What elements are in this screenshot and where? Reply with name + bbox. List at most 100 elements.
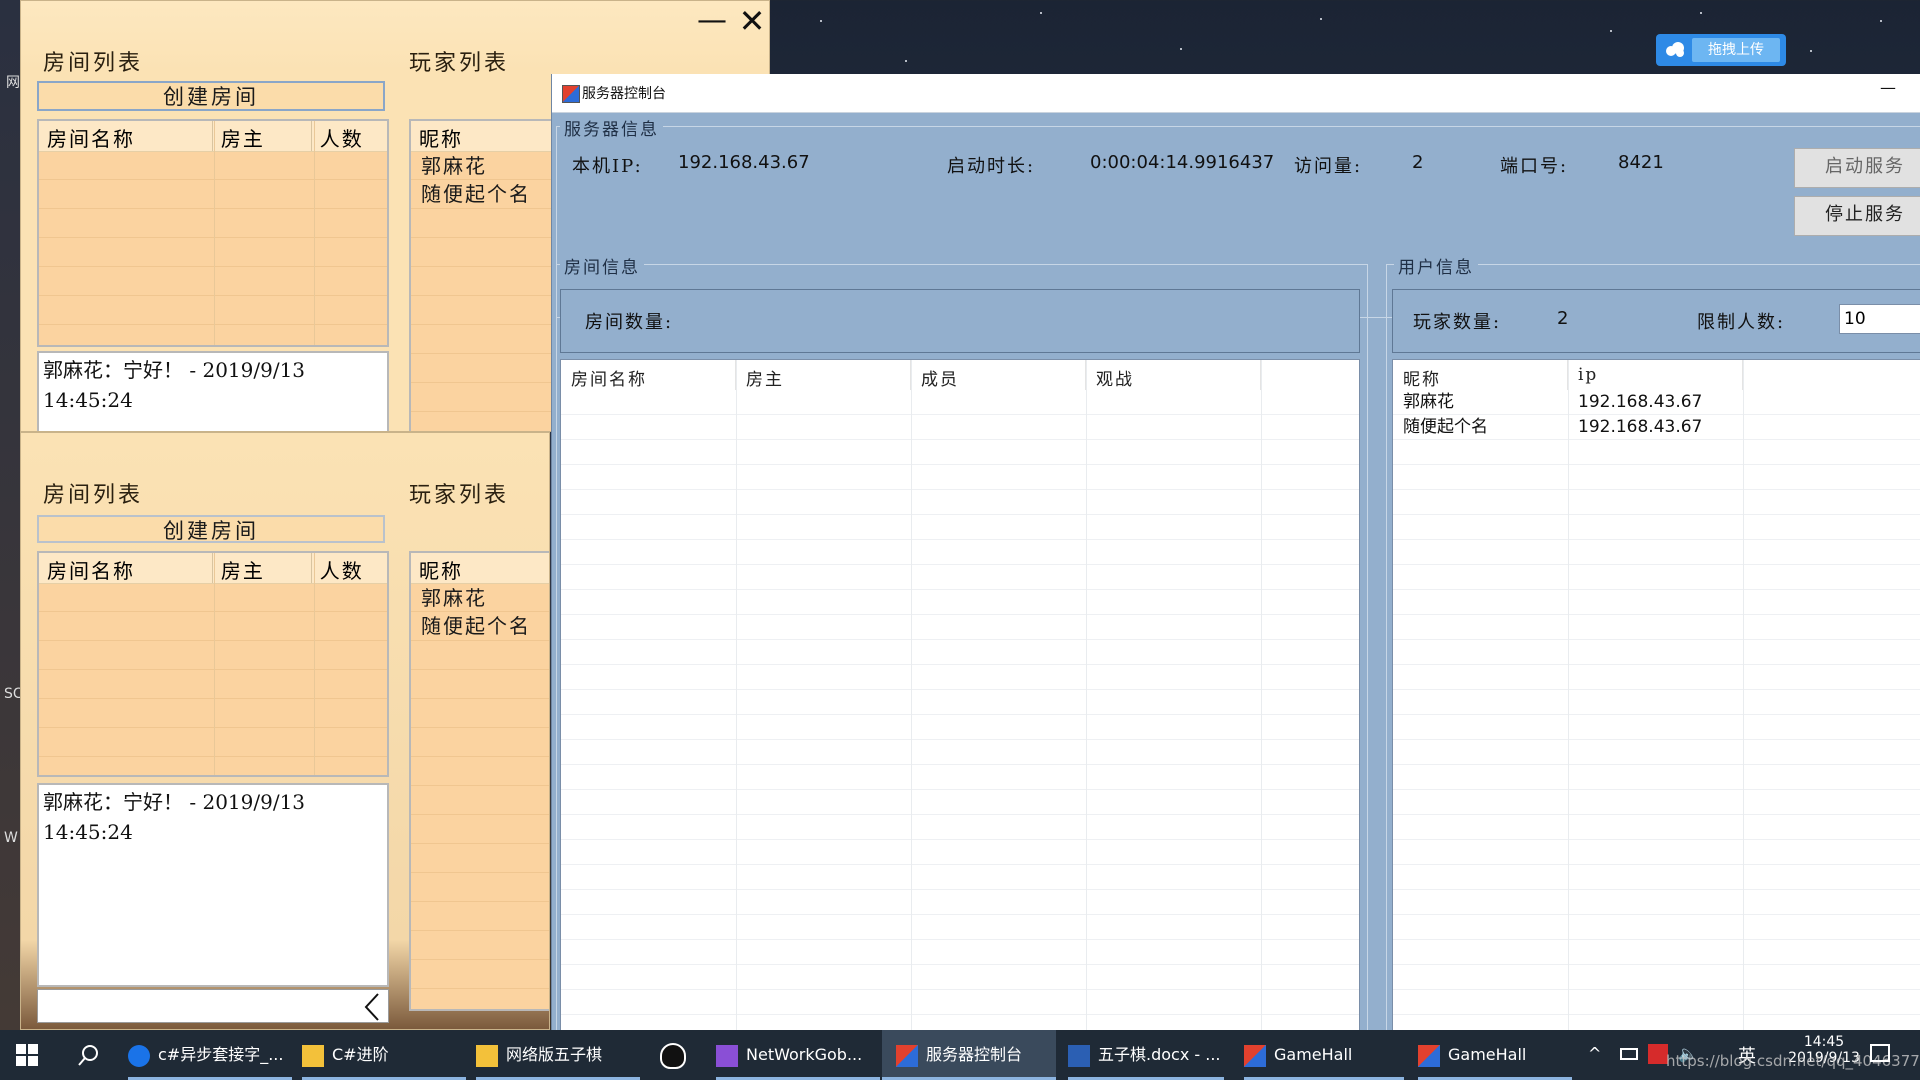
qq-penguin-icon bbox=[660, 1042, 686, 1069]
player-count-value: 2 bbox=[1557, 308, 1569, 329]
taskbar-item-folder-gobang[interactable]: 网络版五子棋 bbox=[476, 1030, 640, 1080]
game-hall-window-bottom: 房间列表 玩家列表 创建房间 房间名称 房主 人数 郭麻花：宁好！ - 2019… bbox=[20, 432, 550, 1030]
cell-ip: 192.168.43.67 bbox=[1578, 392, 1703, 412]
chat-message-time: 14:45:24 bbox=[43, 820, 133, 844]
cell-ip: 192.168.43.67 bbox=[1578, 417, 1703, 437]
user-grid[interactable]: 昵称 ip 郭麻花 192.168.43.67 随便起个名 192.168.43… bbox=[1392, 359, 1920, 1032]
clock-time: 14:45 bbox=[1803, 1034, 1845, 1050]
server-info-label: 服务器信息 bbox=[560, 115, 663, 140]
app-icon bbox=[1418, 1044, 1440, 1067]
taskbar-item-folder-csharp[interactable]: C#进阶 bbox=[302, 1030, 466, 1080]
chat-input[interactable] bbox=[37, 989, 389, 1023]
room-list-title: 房间列表 bbox=[43, 483, 144, 508]
column-header-members[interactable]: 成员 bbox=[911, 360, 1086, 390]
cell-nickname: 随便起个名 bbox=[1403, 417, 1488, 437]
close-button[interactable]: ✕ bbox=[735, 1, 769, 41]
column-header-nickname[interactable]: 昵称 bbox=[411, 553, 549, 583]
column-header-room-name[interactable]: 房间名称 bbox=[39, 553, 213, 583]
folder-icon bbox=[476, 1044, 498, 1067]
room-grid[interactable]: 房间名称 房主 成员 观战 bbox=[560, 359, 1360, 1032]
chevron-up-icon[interactable]: ^ bbox=[1588, 1044, 1601, 1063]
player-list-title: 玩家列表 bbox=[409, 51, 510, 76]
cloud-icon bbox=[1664, 40, 1686, 60]
notification-icon[interactable] bbox=[1870, 1044, 1890, 1062]
user-info-label: 用户信息 bbox=[1394, 253, 1478, 278]
taskbar-item-browser[interactable]: c#异步套接字_... bbox=[128, 1030, 292, 1080]
column-header-count[interactable]: 人数 bbox=[312, 553, 387, 583]
uptime-value: 0:00:04:14.9916437 bbox=[1090, 152, 1275, 173]
taskbar: c#异步套接字_... C#进阶 网络版五子棋 NetWorkGob... 服务… bbox=[0, 1030, 1920, 1080]
table-row[interactable]: 郭麻花 192.168.43.67 bbox=[1393, 390, 1920, 415]
minimize-button[interactable]: — bbox=[697, 3, 727, 39]
room-count-panel: 房间数量: bbox=[560, 289, 1360, 353]
visual-studio-icon bbox=[716, 1044, 738, 1067]
list-item[interactable]: 随便起个名 bbox=[411, 612, 549, 640]
antivirus-icon[interactable] bbox=[1648, 1044, 1668, 1064]
column-header-room-name[interactable]: 房间名称 bbox=[39, 121, 213, 151]
port-label: 端口号: bbox=[1500, 156, 1569, 177]
desktop-icon-label: 网 bbox=[6, 75, 20, 91]
minimize-button[interactable]: — bbox=[1880, 78, 1896, 97]
column-header-count[interactable]: 人数 bbox=[312, 121, 387, 151]
windows-start-icon[interactable] bbox=[16, 1044, 38, 1066]
column-header-nickname[interactable]: 昵称 bbox=[1393, 360, 1568, 390]
table-row[interactable]: 随便起个名 192.168.43.67 bbox=[1393, 415, 1920, 440]
player-count-label: 玩家数量: bbox=[1413, 312, 1502, 333]
battery-icon[interactable] bbox=[1620, 1048, 1638, 1060]
chevron-left-icon[interactable] bbox=[360, 992, 384, 1022]
browser-icon bbox=[128, 1044, 150, 1067]
window-title: 服务器控制台 bbox=[582, 86, 666, 102]
create-room-button[interactable]: 创建房间 bbox=[37, 515, 385, 543]
room-list[interactable]: 房间名称 房主 人数 bbox=[37, 551, 389, 777]
taskbar-item-visual-studio[interactable]: NetWorkGob... bbox=[716, 1030, 880, 1080]
stop-service-button[interactable]: 停止服务 bbox=[1794, 196, 1920, 236]
column-header-owner[interactable]: 房主 bbox=[213, 553, 312, 583]
player-limit-label: 限制人数: bbox=[1697, 312, 1786, 333]
server-console-window: 服务器控制台 — 服务器信息 本机IP: 192.168.43.67 启动时长:… bbox=[551, 74, 1920, 1036]
taskbar-item-gamehall-2[interactable]: GameHall bbox=[1418, 1030, 1572, 1080]
folder-icon bbox=[302, 1044, 324, 1067]
room-info-label: 房间信息 bbox=[560, 253, 644, 278]
desktop-strip bbox=[0, 0, 20, 1030]
search-icon[interactable] bbox=[78, 1044, 100, 1066]
ip-value: 192.168.43.67 bbox=[678, 152, 810, 173]
column-header-owner[interactable]: 房主 bbox=[736, 360, 911, 390]
create-room-button[interactable]: 创建房间 bbox=[37, 81, 385, 111]
port-value: 8421 bbox=[1618, 152, 1664, 173]
chat-message: 郭麻花：宁好！ - 2019/9/13 bbox=[43, 790, 306, 814]
list-item[interactable]: 郭麻花 bbox=[411, 584, 549, 612]
column-header-room-name[interactable]: 房间名称 bbox=[561, 360, 736, 390]
desktop-icon-label: W bbox=[4, 830, 18, 846]
cell-nickname: 郭麻花 bbox=[1403, 392, 1454, 412]
start-service-button[interactable]: 启动服务 bbox=[1794, 148, 1920, 188]
column-header-spectators[interactable]: 观战 bbox=[1086, 360, 1261, 390]
upload-widget[interactable]: 拖拽上传 bbox=[1656, 34, 1786, 66]
word-icon bbox=[1068, 1044, 1090, 1067]
taskbar-item-word[interactable]: 五子棋.docx - ... bbox=[1068, 1030, 1224, 1080]
column-header-ip[interactable]: ip bbox=[1568, 360, 1743, 390]
column-header-owner[interactable]: 房主 bbox=[213, 121, 312, 151]
title-bar[interactable]: 服务器控制台 — bbox=[552, 74, 1920, 113]
ip-label: 本机IP: bbox=[572, 156, 643, 177]
visits-value: 2 bbox=[1412, 152, 1424, 173]
room-list[interactable]: 房间名称 房主 人数 bbox=[37, 119, 389, 347]
player-limit-input[interactable]: 10 bbox=[1839, 304, 1920, 334]
taskbar-item-gamehall-1[interactable]: GameHall bbox=[1244, 1030, 1404, 1080]
player-list-title: 玩家列表 bbox=[409, 483, 510, 508]
chat-history[interactable]: 郭麻花：宁好！ - 2019/9/13 14:45:24 bbox=[37, 351, 389, 431]
room-list-title: 房间列表 bbox=[43, 51, 144, 76]
visits-label: 访问量: bbox=[1294, 156, 1363, 177]
upload-label: 拖拽上传 bbox=[1692, 38, 1780, 62]
chat-message-time: 14:45:24 bbox=[43, 388, 133, 412]
app-icon bbox=[896, 1044, 918, 1067]
taskbar-item-server-console[interactable]: 服务器控制台 bbox=[882, 1030, 1056, 1080]
chat-history[interactable]: 郭麻花：宁好！ - 2019/9/13 14:45:24 bbox=[37, 783, 389, 987]
uptime-label: 启动时长: bbox=[947, 156, 1036, 177]
player-count-panel: 玩家数量: 2 限制人数: 10 bbox=[1392, 289, 1920, 353]
app-icon bbox=[1244, 1044, 1266, 1067]
room-count-label: 房间数量: bbox=[585, 312, 674, 333]
app-icon bbox=[562, 85, 580, 103]
player-list[interactable]: 昵称 郭麻花 随便起个名 bbox=[409, 551, 549, 1011]
taskbar-item-qq[interactable] bbox=[660, 1030, 696, 1080]
chat-message: 郭麻花：宁好！ - 2019/9/13 bbox=[43, 358, 306, 382]
